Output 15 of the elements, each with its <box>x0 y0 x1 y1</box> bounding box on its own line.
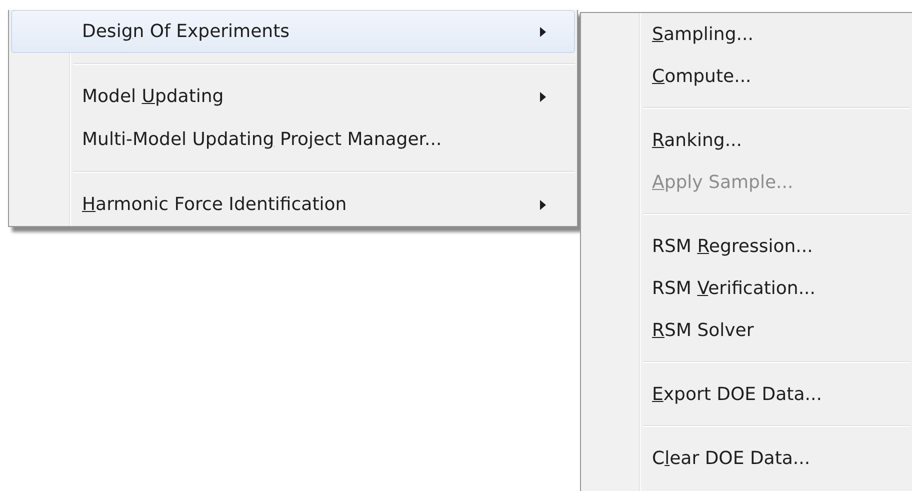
submenu-arrow-icon <box>540 26 546 36</box>
menu-item[interactable]: Ranking... <box>583 119 910 161</box>
menu-item[interactable]: RSM Regression... <box>583 225 910 267</box>
menu-item[interactable]: Design Of Experiments <box>11 10 575 53</box>
menu-item[interactable]: Model Updating <box>11 75 575 118</box>
submenu-arrow-icon <box>540 200 546 210</box>
menu-item[interactable]: RSM Verification... <box>583 267 910 309</box>
menu-item[interactable]: Export DOE Data... <box>583 373 910 415</box>
menu-item[interactable]: Compute... <box>583 55 910 97</box>
menu-item[interactable]: Clear DOE Data... <box>583 437 910 479</box>
submenu-arrow-icon <box>540 92 546 102</box>
menu-item[interactable]: Harmonic Force Identification <box>11 183 575 226</box>
menu-item[interactable]: RSM Solver <box>583 309 910 351</box>
menu-item[interactable]: Sampling... <box>583 13 910 55</box>
menu-item[interactable]: Multi-Model Updating Project Manager... <box>11 118 575 161</box>
